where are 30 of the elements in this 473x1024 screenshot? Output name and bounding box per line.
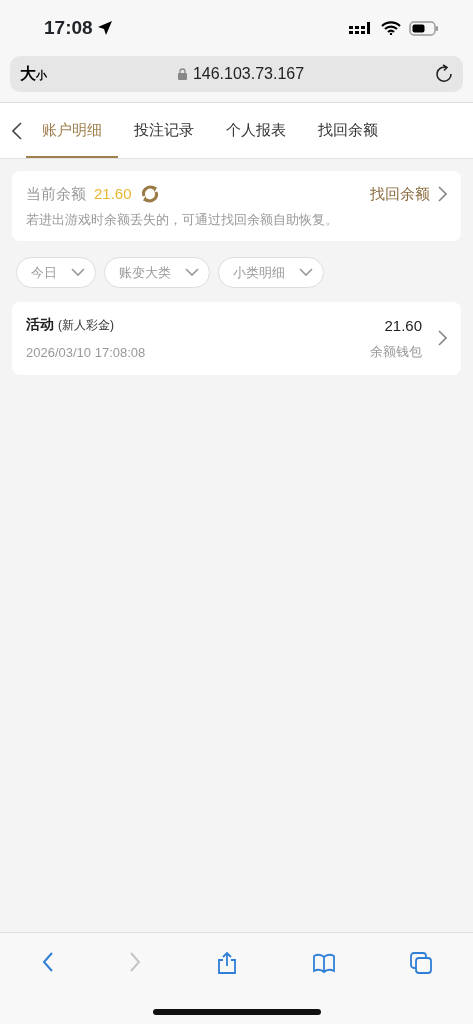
location-arrow-icon <box>96 20 113 36</box>
transaction-date: 2026/03/10 17:08:08 <box>26 344 147 362</box>
reload-icon[interactable] <box>435 64 453 84</box>
wallet-label: 余额钱包 <box>370 342 422 361</box>
tab[interactable]: 个人报表 <box>210 105 302 158</box>
lock-icon <box>177 68 187 80</box>
transaction-subtitle: (新人彩金) <box>58 316 114 334</box>
refresh-icon[interactable] <box>139 184 160 205</box>
signal-icon <box>349 21 373 35</box>
tab[interactable]: 账户明细 <box>26 105 118 158</box>
chevron-down-icon <box>71 268 85 277</box>
chevron-right-icon <box>438 330 447 347</box>
balance-amount: 21.60 <box>94 184 132 204</box>
transaction-amount: 21.60 <box>383 316 422 337</box>
chevron-down-icon <box>299 268 313 277</box>
address-bar[interactable]: 大小 146.103.73.167 <box>10 56 463 92</box>
transaction-row[interactable]: 活动 (新人彩金) 2026/03/10 17:08:08 21.60 余额钱包 <box>12 302 461 375</box>
text-size-button[interactable]: 大小 <box>20 62 47 86</box>
battery-icon <box>409 20 439 36</box>
recover-balance-link[interactable]: 找回余额 <box>370 183 447 206</box>
tab[interactable]: 投注记录 <box>118 105 210 158</box>
url-text: 146.103.73.167 <box>192 64 305 84</box>
balance-hint: 若进出游戏时余额丢失的，可通过找回余额自助恢复。 <box>26 210 339 229</box>
transaction-title: 活动 <box>26 315 54 334</box>
wifi-icon <box>381 21 401 35</box>
tab[interactable]: 找回余额 <box>302 105 394 158</box>
status-time: 17:08 <box>44 15 93 40</box>
chevron-right-icon <box>438 186 447 203</box>
balance-label: 当前余额 <box>26 184 86 204</box>
chevron-down-icon <box>185 268 199 277</box>
